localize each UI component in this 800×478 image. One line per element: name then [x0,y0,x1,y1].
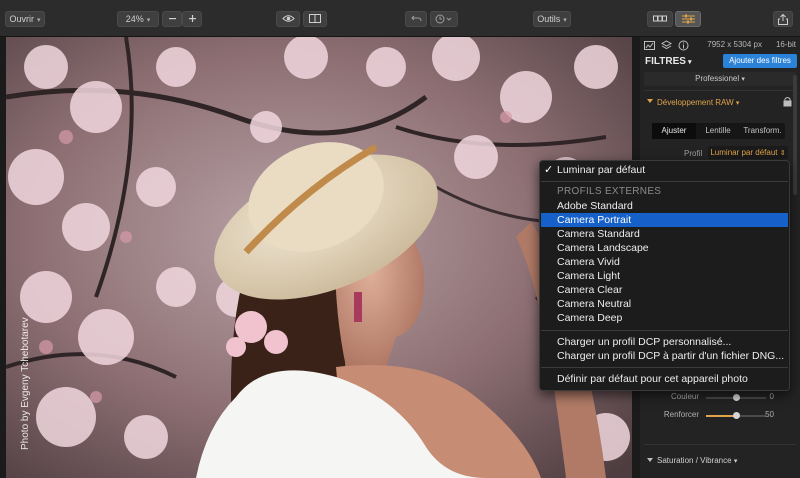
raw-tabs: Ajuster Lentille Transform. [652,123,785,139]
checkmark-icon: ✓ [544,164,554,176]
raw-development-header[interactable]: Développement RAW ▾ [644,94,796,112]
slider-label: Couleur [670,392,699,401]
slider-fill [706,415,736,417]
undo-button[interactable] [405,11,427,27]
compare-button[interactable] [303,11,327,27]
undo-icon [410,15,421,22]
menu-item-luminar-default[interactable]: ✓ Luminar par défaut [541,163,788,177]
tab-transform[interactable]: Transform. [740,123,785,139]
slider-value: 50 [765,410,774,419]
menu-item-profile[interactable]: Camera Light [541,269,788,283]
preset-category-label: Professionel [695,74,740,83]
chevron-down-icon: ▾ [563,17,567,24]
tab-lentille[interactable]: Lentille [696,123,740,139]
history-button[interactable] [430,11,458,27]
photo-credit: Photo by Evgeny Tchebotarev [20,317,31,450]
menu-divider [541,181,788,182]
chevron-down-icon: ▾ [687,59,692,66]
saturation-vibrance-title: Saturation / Vibrance ▾ [657,456,737,465]
clock-icon [435,14,452,24]
filters-title[interactable]: FILTRES ▾ [645,56,691,67]
menu-item-set-default[interactable]: Définir par défaut pour cet appareil pho… [541,372,788,386]
profile-select-value: Luminar par défaut [710,148,778,157]
raw-development-title-text: Développement RAW [657,98,734,107]
menu-item-profile[interactable]: Camera Deep [541,311,788,325]
menu-item-profile[interactable]: Camera Landscape [541,241,788,255]
zoom-in-button[interactable] [182,11,202,27]
menu-item-load-custom-dcp[interactable]: Charger un profil DCP personnalisé... [541,335,788,349]
preview-toggle-button[interactable] [276,11,300,27]
menu-item-profile[interactable]: Camera Clear [541,283,788,297]
histogram-icon[interactable] [644,40,655,51]
menu-item-load-dcp-from-dng[interactable]: Charger un profil DCP à partir d'un fich… [541,349,788,363]
slider-label: Renforcer [663,410,699,419]
filmstrip-icon [653,15,667,22]
menu-item-profile-selected[interactable]: Camera Portrait [541,213,788,227]
eye-icon [281,15,295,22]
add-filters-button[interactable]: Ajouter des filtres [723,54,797,68]
slider-handle[interactable] [733,412,740,419]
filters-title-text: FILTRES [645,56,686,67]
menu-divider [541,330,788,331]
slider-track[interactable] [706,412,766,419]
preset-category-select[interactable]: Professionel ▾ [644,72,796,86]
chevron-updown-icon: ⇕ [779,150,786,157]
profile-dropdown-menu: ✓ Luminar par défaut PROFILS EXTERNES Ad… [539,160,790,391]
divider [644,444,796,445]
expand-triangle-icon [647,99,653,103]
slider-couleur: Couleur 0 [640,392,800,404]
layers-icon[interactable] [661,40,672,51]
tools-menu-button[interactable]: Outils ▾ [533,11,571,27]
divider [644,90,796,91]
menu-item-profile[interactable]: Camera Vivid [541,255,788,269]
adjustments-panel-button[interactable] [675,11,701,27]
tab-ajuster[interactable]: Ajuster [652,123,696,139]
info-icon[interactable] [678,40,689,51]
sliders-icon [681,14,695,24]
open-button[interactable]: Ouvrir ▾ [5,11,45,27]
tools-label: Outils [537,14,561,24]
zoom-select[interactable]: 24% ▾ [117,11,159,27]
profile-select[interactable]: Luminar par défaut ⇕ [708,146,788,159]
saturation-vibrance-header[interactable]: Saturation / Vibrance ▾ [644,454,796,468]
profile-label: Profil [684,149,703,158]
chevron-down-icon: ▾ [36,17,41,24]
slider-track[interactable] [706,394,766,401]
slider-renforcer: Renforcer 50 [640,410,800,422]
menu-item-label: Luminar par défaut [557,164,646,176]
expand-triangle-icon [647,458,653,462]
plus-icon [188,15,196,22]
chevron-down-icon: ▾ [146,17,151,24]
open-button-label: Ouvrir [9,14,34,24]
menu-divider [541,367,788,368]
panel-scrollbar[interactable] [793,75,797,195]
raw-development-title: Développement RAW ▾ [657,98,739,107]
saturation-vibrance-title-text: Saturation / Vibrance [657,456,732,465]
share-icon [778,14,788,25]
minus-icon [168,18,176,20]
menu-section-external-profiles: PROFILS EXTERNES [557,186,662,197]
menu-item-profile[interactable]: Adobe Standard [541,199,788,213]
slider-handle[interactable] [733,394,740,401]
chevron-down-icon: ▾ [735,100,740,107]
lock-icon[interactable] [783,96,792,107]
chevron-down-icon: ▾ [733,458,738,465]
panel-info-bar: 7952 x 5304 px 16-bit [640,37,800,54]
bit-depth: 16-bit [775,40,796,49]
split-view-icon [309,14,321,23]
top-toolbar: Ouvrir ▾ 24% ▾ Outils ▾ [0,0,800,37]
zoom-out-button[interactable] [162,11,182,27]
image-size: 7952 x 5304 px [707,40,762,49]
menu-item-profile[interactable]: Camera Standard [541,227,788,241]
slider-value: 0 [769,392,774,401]
share-button[interactable] [773,11,793,27]
filmstrip-button[interactable] [647,11,673,27]
chevron-down-icon: ▾ [741,76,745,83]
menu-item-profile[interactable]: Camera Neutral [541,297,788,311]
zoom-value: 24% [125,14,144,24]
